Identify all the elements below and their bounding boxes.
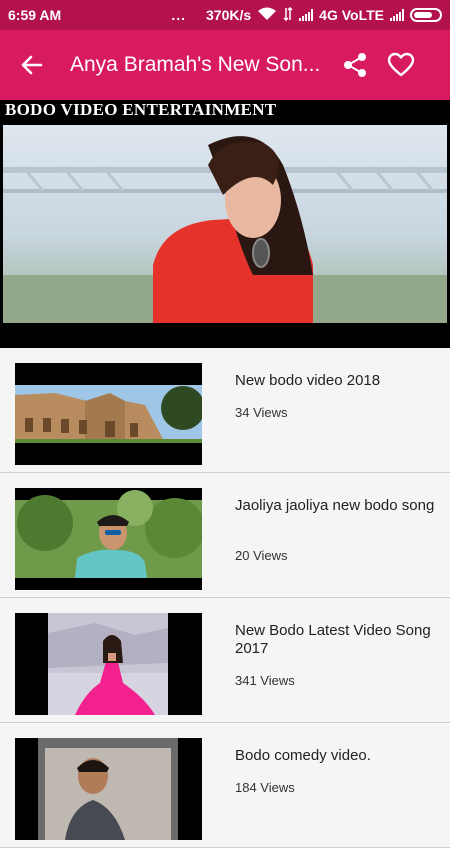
video-frame-image [3,125,447,323]
video-title: New Bodo Latest Video Song 2017 [235,622,431,657]
network-speed: 370K/s [206,7,252,23]
video-views: 34 Views [235,405,288,420]
arrow-left-icon [21,55,43,75]
signal-icon-2 [390,9,404,21]
network-type: 4G VoLTE [319,7,384,23]
back-button[interactable] [0,30,64,100]
video-views: 20 Views [235,548,288,563]
wifi-icon [257,7,277,24]
video-list-item[interactable]: Jaoliya jaoliya new bodo song 20 Views [0,473,450,598]
video-title: Bodo comedy video. [235,747,371,764]
video-thumbnail [15,488,202,590]
video-thumbnail [15,363,202,465]
video-thumbnail [15,613,202,715]
video-list: New bodo video 2018 34 Views Jaoliya jao… [0,348,450,848]
notification-dots: ... [171,7,187,23]
video-player[interactable]: BODO VIDEO ENTERTAINMENT [0,100,450,348]
favorite-button[interactable] [378,30,424,100]
video-title: New bodo video 2018 [235,372,381,389]
video-list-item[interactable]: New Bodo Latest Video Song 2017 341 View… [0,598,450,723]
signal-icon [299,9,314,21]
heart-outline-icon [387,52,415,77]
page-title: Anya Bramah's New Son... [70,53,321,76]
video-views: 341 Views [235,673,295,688]
app-toolbar: Anya Bramah's New Son... [0,30,450,100]
video-thumbnail [15,738,202,840]
status-bar: 6:59 AM ... 370K/s 4G VoLTE [0,0,450,30]
video-list-item[interactable]: New bodo video 2018 34 Views [0,348,450,473]
share-button[interactable] [332,30,378,100]
battery-icon [410,8,442,22]
video-banner: BODO VIDEO ENTERTAINMENT [5,100,277,119]
video-views: 184 Views [235,780,295,795]
video-title: Jaoliya jaoliya new bodo song [235,497,435,514]
share-icon [344,53,366,77]
video-list-item[interactable]: Bodo comedy video. 184 Views [0,723,450,848]
data-transfer-icon [283,6,293,24]
status-time: 6:59 AM [8,7,62,23]
